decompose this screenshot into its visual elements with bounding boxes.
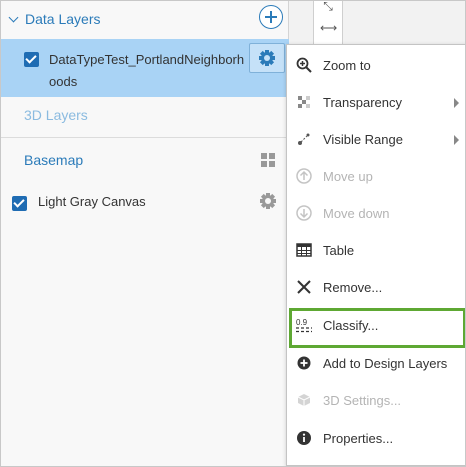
menu-item-add-to-design-layers[interactable]: Add to Design Layers [287, 345, 465, 382]
submenu-arrow-icon [454, 134, 459, 145]
divider [1, 137, 289, 138]
add-circle-icon [296, 355, 312, 371]
menu-item-remove[interactable]: Remove... [287, 269, 465, 306]
chevron-down-icon[interactable] [9, 14, 19, 24]
cube-icon [296, 392, 312, 408]
arrow-up-circle-icon [296, 168, 312, 184]
menu-item-3d-settings: 3D Settings... [287, 382, 465, 419]
menu-item-move-down: Move down [287, 195, 465, 232]
menu-label: Move down [323, 206, 390, 221]
data-layers-header[interactable]: Data Layers [1, 1, 289, 37]
submenu-arrow-icon [454, 97, 459, 108]
expand-icon[interactable]: ⤡ [320, 1, 336, 12]
menu-label: Table [323, 243, 355, 258]
layers-window: ⤡ ⟷ Data Layers DataTypeTest_PortlandNei… [0, 0, 466, 467]
add-layer-button[interactable] [259, 5, 283, 29]
menu-item-visible-range[interactable]: Visible Range [287, 121, 465, 158]
menu-label: Visible Range [323, 132, 403, 147]
close-icon [296, 279, 312, 295]
menu-label: Move up [323, 169, 373, 184]
visible-range-icon [296, 131, 312, 147]
map-toolbar: ⤡ ⟷ [313, 1, 343, 45]
menu-label: Properties... [323, 431, 394, 446]
menu-label: Remove... [323, 280, 383, 295]
gear-icon [259, 50, 275, 66]
measure-icon[interactable]: ⟷ [320, 21, 337, 37]
menu-item-zoom-to[interactable]: Zoom to [287, 47, 465, 84]
menu-label: Zoom to [323, 58, 371, 73]
basemap-layer-name: Light Gray Canvas [38, 194, 146, 209]
layer-context-menu: Zoom to Transparency Visible Range Move … [286, 44, 465, 466]
table-icon [296, 242, 312, 258]
3d-layers-header[interactable]: 3D Layers [24, 107, 88, 123]
layer-row-selected[interactable]: DataTypeTest_PortlandNeighborhoods [1, 39, 289, 97]
menu-label: Transparency [323, 95, 402, 110]
basemap-header[interactable]: Basemap [24, 152, 83, 168]
layers-panel: Data Layers DataTypeTest_PortlandNeighbo… [1, 1, 289, 466]
info-icon [296, 430, 312, 446]
classify-highlight-box [289, 308, 465, 348]
arrow-down-circle-icon [296, 205, 312, 221]
menu-item-properties[interactable]: Properties... [287, 420, 465, 457]
menu-label: Add to Design Layers [323, 356, 448, 371]
layer-options-button[interactable] [249, 43, 285, 73]
transparency-icon [296, 94, 312, 110]
menu-item-move-up: Move up [287, 158, 465, 195]
basemap-gallery-icon[interactable] [261, 153, 276, 168]
menu-item-table[interactable]: Table [287, 232, 465, 269]
layer-name: DataTypeTest_PortlandNeighborhoods [49, 52, 245, 89]
menu-label: 3D Settings... [323, 393, 402, 408]
basemap-visibility-checkbox[interactable] [12, 196, 27, 211]
menu-item-transparency[interactable]: Transparency [287, 84, 465, 121]
zoom-in-icon [296, 57, 312, 73]
layer-visibility-checkbox[interactable] [24, 52, 39, 67]
gear-icon[interactable] [260, 193, 276, 209]
data-layers-title: Data Layers [25, 11, 101, 27]
